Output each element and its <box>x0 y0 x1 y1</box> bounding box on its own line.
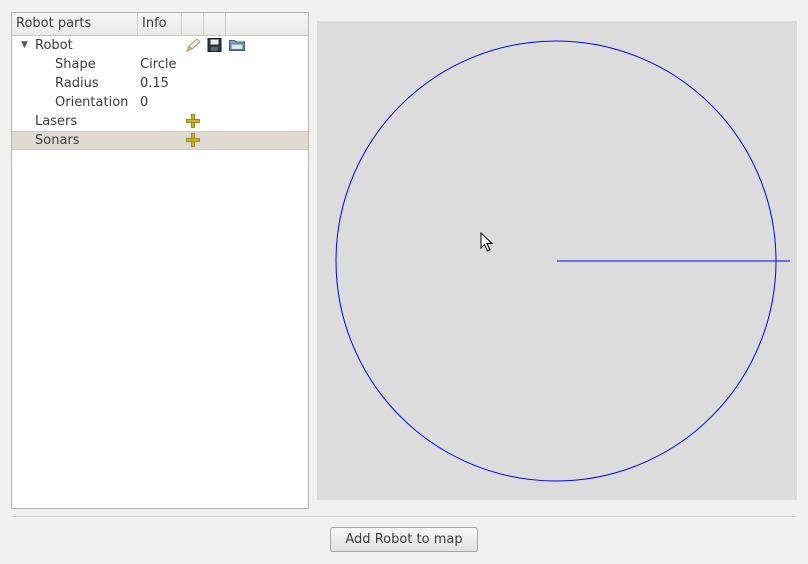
tree-row-sonars[interactable]: Sonars <box>12 131 308 150</box>
tree-row-radius[interactable]: Radius 0.15 <box>12 74 308 93</box>
expand-arrow-icon[interactable]: ▼ <box>21 36 28 55</box>
row-info[interactable]: 0.15 <box>140 74 169 93</box>
robot-preview-svg <box>335 40 790 482</box>
add-sonar-plus-icon[interactable] <box>186 133 200 147</box>
robot-parts-tree[interactable]: Robot parts Info ▼ Robot Shape Circle Ra… <box>11 12 309 509</box>
row-label: Radius <box>55 76 99 91</box>
row-label: Robot <box>35 38 73 53</box>
row-label: Shape <box>55 57 96 72</box>
add-robot-to-map-button[interactable]: Add Robot to map <box>330 527 478 552</box>
row-label: Orientation <box>55 95 129 110</box>
open-folder-icon[interactable] <box>229 38 245 52</box>
header-info[interactable]: Info <box>138 13 182 35</box>
tree-row-shape[interactable]: Shape Circle <box>12 55 308 74</box>
tree-header: Robot parts Info <box>12 13 308 36</box>
add-laser-plus-icon[interactable] <box>186 114 200 128</box>
edit-icon[interactable] <box>185 38 201 52</box>
row-label: Lasers <box>35 114 78 129</box>
row-info[interactable]: 0 <box>140 93 148 112</box>
tree-body: ▼ Robot Shape Circle Radius 0.15 Orienta… <box>12 36 308 150</box>
tree-row-robot[interactable]: ▼ Robot <box>12 36 308 55</box>
header-col4[interactable] <box>204 13 226 35</box>
bottom-separator <box>11 516 797 518</box>
row-info[interactable]: Circle <box>140 55 177 74</box>
row-label: Sonars <box>35 133 80 148</box>
save-icon[interactable] <box>207 38 223 52</box>
tree-row-lasers[interactable]: Lasers <box>12 112 308 131</box>
header-col3[interactable] <box>182 13 204 35</box>
header-robot-parts[interactable]: Robot parts <box>12 13 138 35</box>
tree-row-orientation[interactable]: Orientation 0 <box>12 93 308 112</box>
robot-preview-canvas[interactable] <box>317 21 797 500</box>
mouse-cursor-icon <box>480 231 494 256</box>
